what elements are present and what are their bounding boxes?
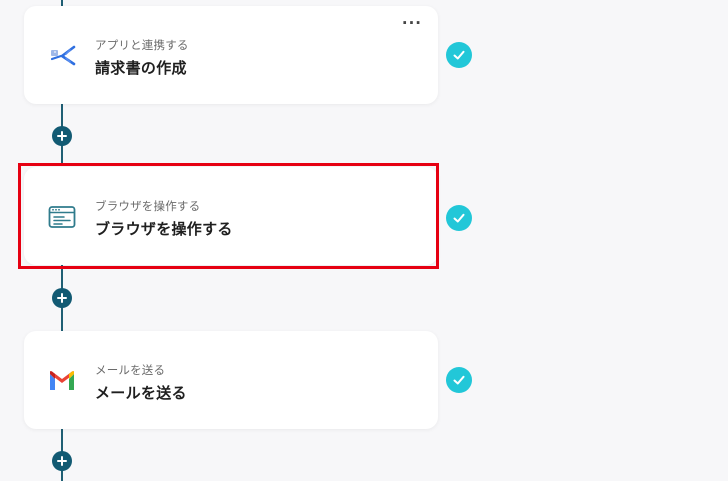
- more-options-icon[interactable]: ···: [402, 16, 422, 31]
- highlight-frame: [18, 163, 439, 269]
- step-subtitle: メールを送る: [95, 363, 166, 377]
- plus-icon: [57, 131, 67, 141]
- step-subtitle: アプリと連携する: [95, 38, 189, 52]
- plus-icon: [57, 456, 67, 466]
- add-step-button[interactable]: [52, 451, 72, 471]
- completed-check-icon: [446, 42, 472, 68]
- add-step-button[interactable]: [52, 288, 72, 308]
- gmail-icon: [48, 367, 76, 395]
- completed-check-icon: [446, 367, 472, 393]
- step-card-send-mail[interactable]: メールを送る メールを送る: [24, 331, 438, 429]
- step-title: メールを送る: [95, 384, 187, 402]
- add-step-button[interactable]: [52, 126, 72, 146]
- step-title: 請求書の作成: [95, 59, 187, 77]
- step-card-invoice[interactable]: アプリと連携する 請求書の作成 ···: [24, 6, 438, 104]
- plus-icon: [57, 293, 67, 303]
- invoice-app-icon: [48, 42, 76, 70]
- completed-check-icon: [446, 205, 472, 231]
